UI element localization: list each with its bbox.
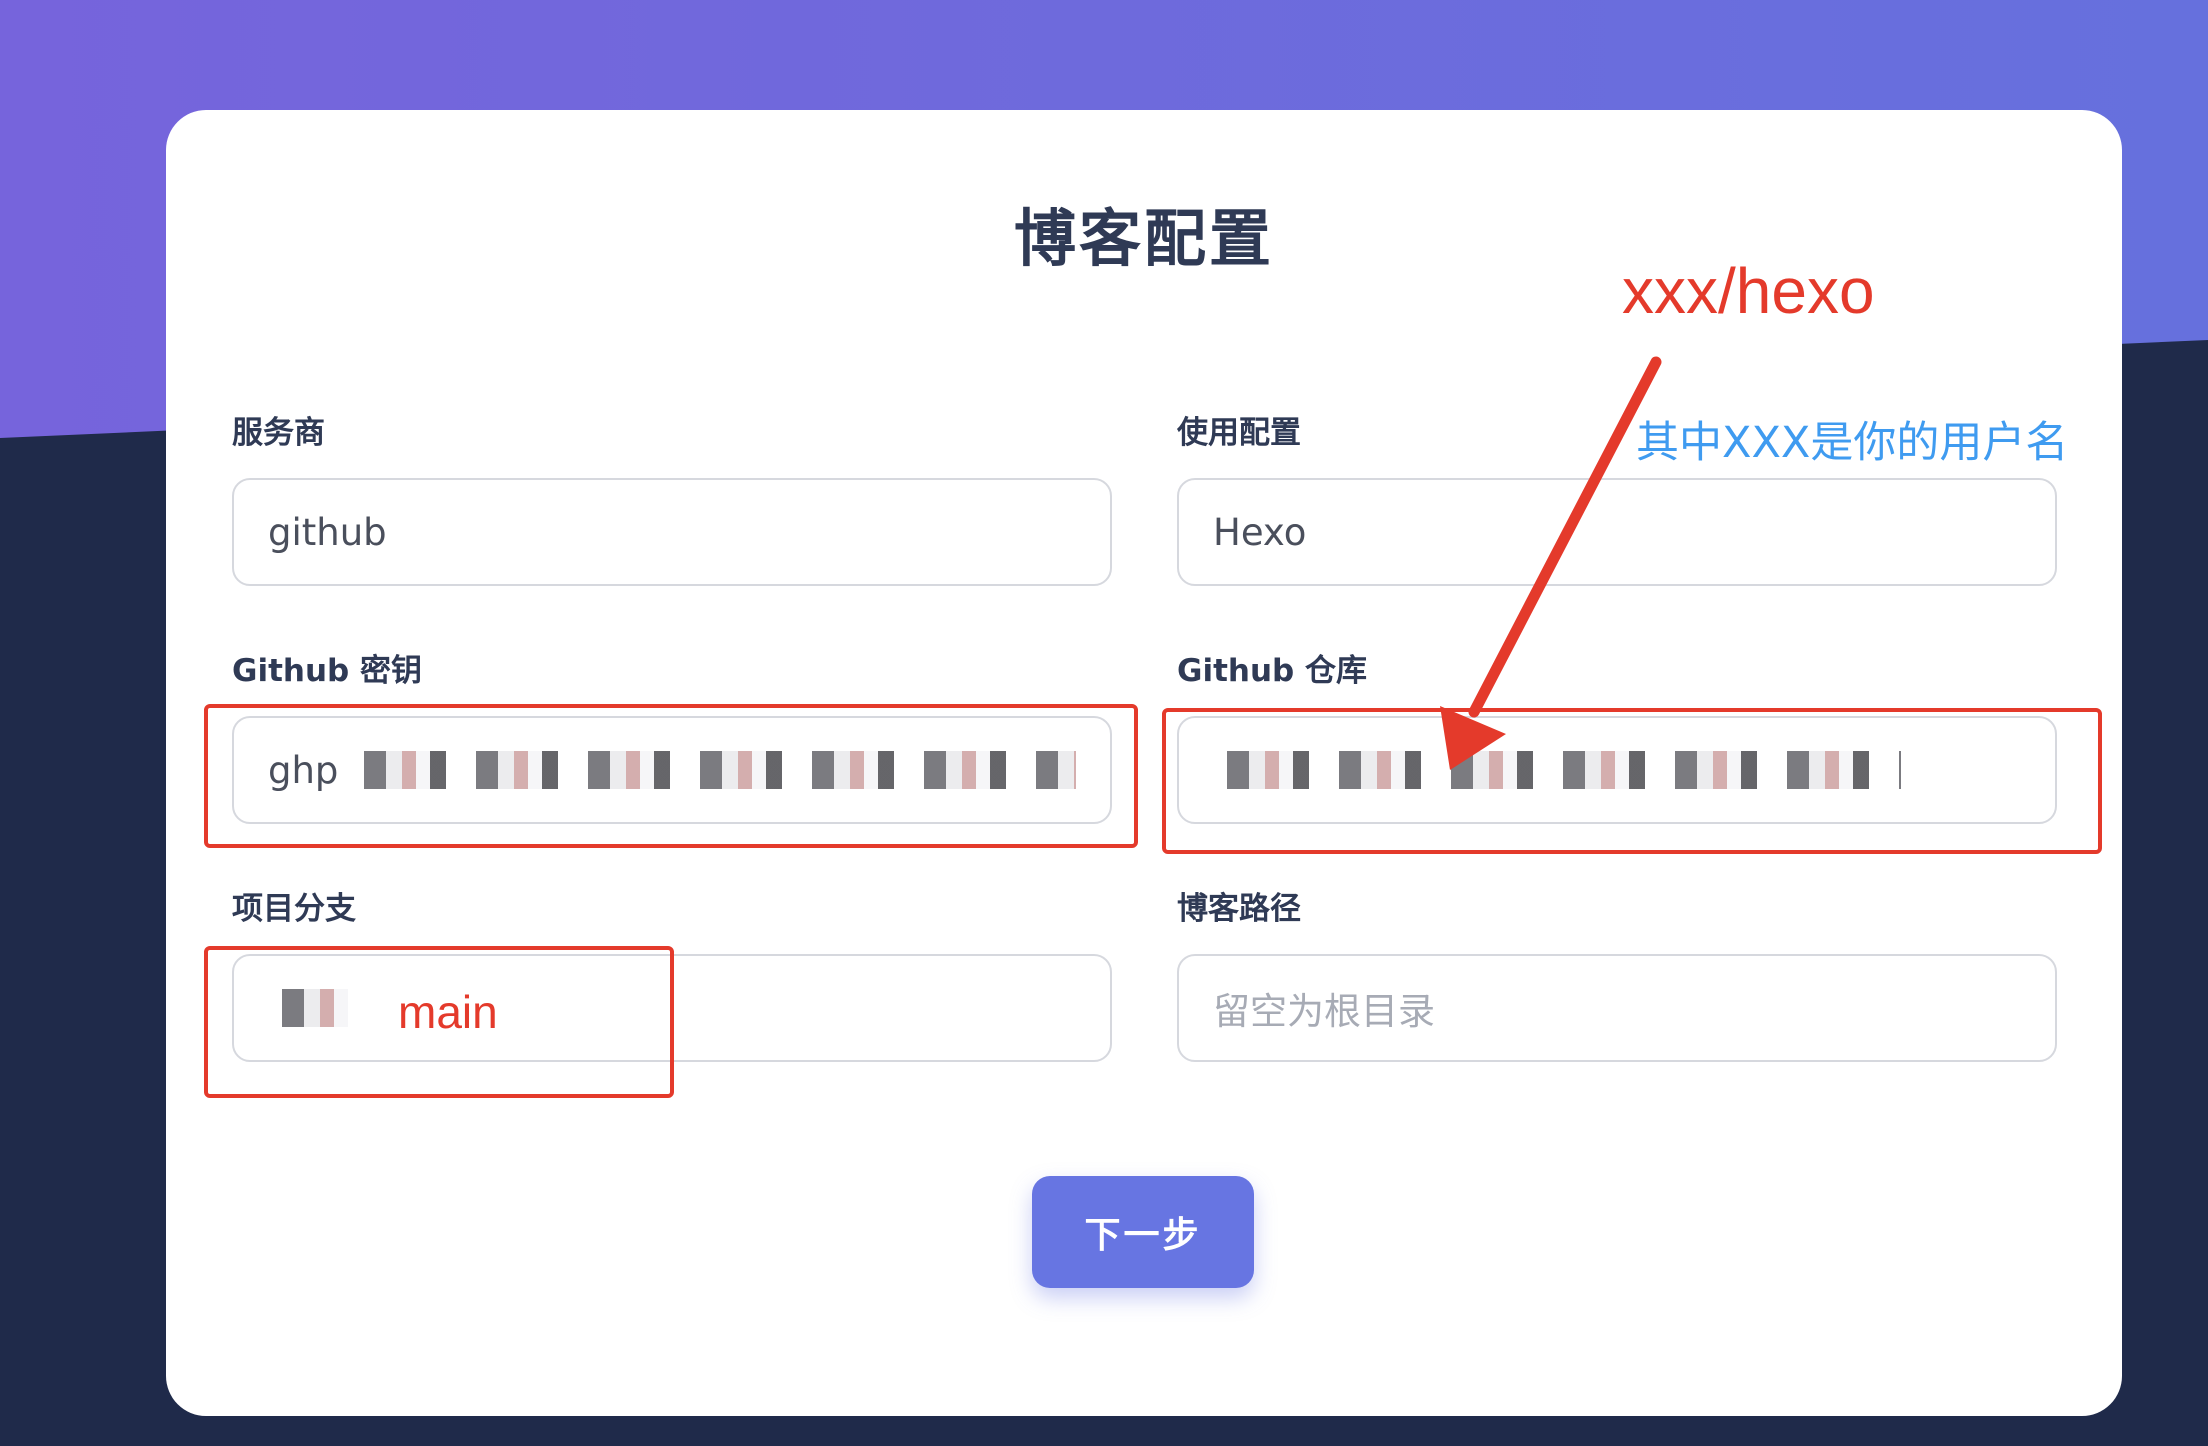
github-token-field: Github 密钥 ghp bbox=[232, 648, 1112, 824]
repo-note-text: 其中XXX是你的用户名 bbox=[1636, 418, 2069, 468]
blog-path-input[interactable]: 留空为根目录 bbox=[1177, 954, 2057, 1062]
blog-path-placeholder: 留空为根目录 bbox=[1213, 990, 1435, 1033]
config-value: Hexo bbox=[1213, 510, 1307, 554]
blog-path-field: 博客路径 留空为根目录 bbox=[1177, 886, 2057, 1062]
branch-field: 项目分支 bbox=[232, 886, 1112, 1062]
github-token-label: Github 密钥 bbox=[232, 653, 423, 689]
repo-hint-text: xxx/hexo bbox=[1622, 255, 1875, 327]
branch-label: 项目分支 bbox=[232, 891, 356, 927]
blog-path-label: 博客路径 bbox=[1177, 891, 1301, 927]
provider-value: github bbox=[268, 510, 387, 554]
provider-field: 服务商 github bbox=[232, 410, 1112, 586]
next-step-button[interactable]: 下一步 bbox=[1032, 1176, 1254, 1288]
github-repo-field: Github 仓库 bbox=[1177, 648, 2057, 824]
token-highlight-box bbox=[204, 704, 1138, 848]
branch-hint-text: main bbox=[398, 986, 498, 1038]
config-input[interactable]: Hexo bbox=[1177, 478, 2057, 586]
repo-highlight-box bbox=[1162, 708, 2102, 854]
github-repo-label: Github 仓库 bbox=[1177, 653, 1368, 689]
provider-input[interactable]: github bbox=[232, 478, 1112, 586]
provider-label: 服务商 bbox=[232, 415, 325, 451]
